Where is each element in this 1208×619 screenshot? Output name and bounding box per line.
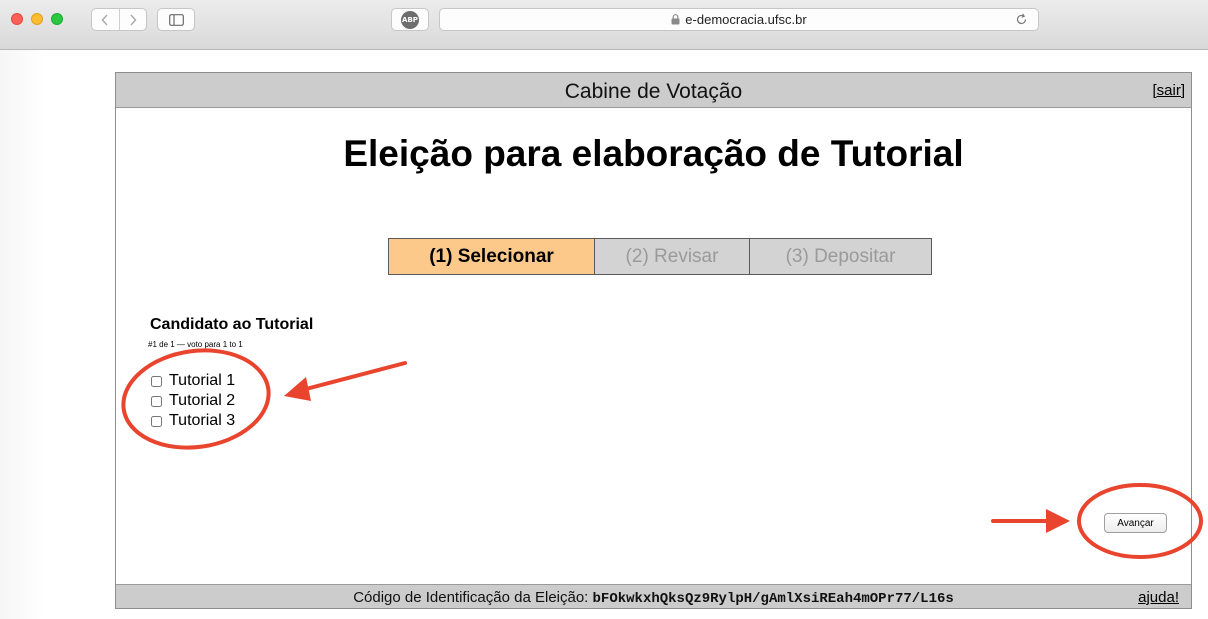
option-checkbox[interactable] [151, 375, 162, 387]
close-window-button[interactable] [11, 13, 23, 25]
address-bar[interactable]: e-democracia.ufsc.br [439, 8, 1039, 31]
answer-options: Tutorial 1 Tutorial 2 Tutorial 3 [150, 371, 235, 431]
step-submit: (3) Depositar [749, 239, 931, 274]
step-review: (2) Revisar [594, 239, 749, 274]
option-tutorial-3[interactable]: Tutorial 3 [150, 411, 235, 431]
option-tutorial-2[interactable]: Tutorial 2 [150, 391, 235, 411]
logout-link[interactable]: [sair] [1152, 82, 1185, 99]
left-page-margin [0, 50, 44, 619]
adblock-button[interactable]: ABP [391, 8, 429, 31]
question-title: Candidato ao Tutorial [150, 316, 314, 333]
zoom-window-button[interactable] [51, 13, 63, 25]
next-button[interactable]: Avançar [1104, 513, 1167, 533]
voting-steps: (1) Selecionar (2) Revisar (3) Depositar [388, 238, 932, 275]
lock-icon [671, 14, 680, 25]
booth-title: Cabine de Votação [564, 80, 743, 103]
option-tutorial-1[interactable]: Tutorial 1 [150, 371, 235, 391]
election-id-code: bFOkwkxhQksQz9RylpH/gAmlXsiREah4mOPr77/L… [592, 591, 954, 607]
option-label: Tutorial 2 [169, 392, 236, 409]
question-info: #1 de 1 — voto para 1 to 1 [148, 340, 243, 349]
chevron-left-icon [102, 14, 109, 25]
option-checkbox[interactable] [151, 395, 162, 407]
browser-toolbar: ABP e-democracia.ufsc.br [0, 0, 1208, 50]
forward-button[interactable] [118, 9, 146, 30]
option-checkbox[interactable] [151, 415, 162, 427]
booth-footer: Código de Identificação da Eleição: bFOk… [116, 584, 1191, 608]
election-title: Eleição para elaboração de Tutorial [343, 133, 964, 174]
booth-header: Cabine de Votação [sair] [116, 73, 1191, 108]
navigation-buttons [91, 8, 147, 31]
voting-booth: Cabine de Votação [sair] Eleição para el… [115, 72, 1192, 609]
option-label: Tutorial 1 [169, 372, 236, 389]
url-text: e-democracia.ufsc.br [685, 12, 807, 27]
election-id-label: Código de Identificação da Eleição: [353, 589, 589, 606]
back-button[interactable] [92, 9, 119, 30]
help-link[interactable]: ajuda! [1138, 589, 1179, 606]
chevron-right-icon [130, 14, 137, 25]
step-select: (1) Selecionar [389, 239, 594, 274]
sidebar-icon [168, 13, 184, 26]
reload-icon[interactable] [1015, 13, 1028, 26]
sidebar-toggle-button[interactable] [157, 8, 195, 31]
option-label: Tutorial 3 [169, 412, 236, 429]
adblock-icon: ABP [401, 10, 419, 29]
election-id: Código de Identificação da Eleição: bFOk… [116, 589, 1191, 607]
minimize-window-button[interactable] [31, 13, 43, 25]
